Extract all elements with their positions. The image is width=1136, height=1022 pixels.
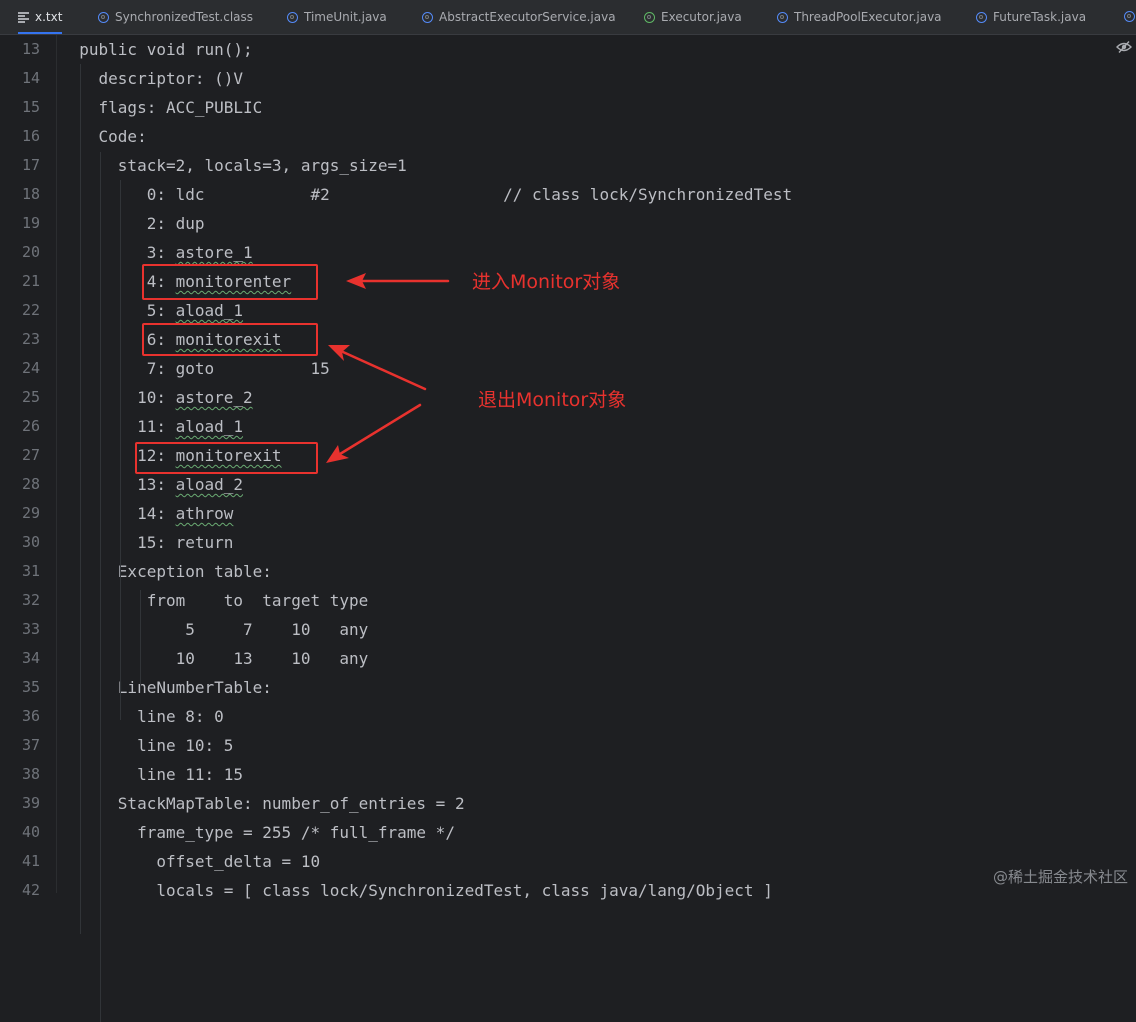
code-line[interactable]: stack=2, locals=3, args_size=1 xyxy=(60,151,407,180)
tab-threadpoolexecutor-java[interactable]: ThreadPoolExecutor.java xyxy=(777,0,942,34)
code-line[interactable]: 3: astore_1 xyxy=(60,238,253,267)
tab-label: Executor.java xyxy=(661,10,742,24)
line-number: 30 xyxy=(21,533,40,551)
line-number: 16 xyxy=(21,127,40,145)
line-number: 32 xyxy=(21,591,40,609)
tab-synchronizedtest-class[interactable]: SynchronizedTest.class xyxy=(98,0,253,34)
code-line[interactable]: 14: athrow xyxy=(60,499,233,528)
line-number: 25 xyxy=(21,388,40,406)
line-number: 37 xyxy=(21,736,40,754)
line-number: 42 xyxy=(21,881,40,899)
line-number: 20 xyxy=(21,243,40,261)
code-line[interactable]: line 8: 0 xyxy=(60,702,224,731)
line-number: 40 xyxy=(21,823,40,841)
code-line[interactable]: 11: aload_1 xyxy=(60,412,243,441)
code-line[interactable]: frame_type = 255 /* full_frame */ xyxy=(60,818,455,847)
code-line[interactable]: 13: aload_2 xyxy=(60,470,243,499)
tab-label: FutureTask.java xyxy=(993,10,1087,24)
tab-x-txt[interactable]: x.txt xyxy=(18,0,63,34)
line-number: 24 xyxy=(21,359,40,377)
line-number: 27 xyxy=(21,446,40,464)
code-line[interactable]: locals = [ class lock/SynchronizedTest, … xyxy=(60,876,773,905)
class-icon[interactable] xyxy=(1124,11,1135,22)
text-file-icon xyxy=(18,12,29,23)
watermark: @稀土掘金技术社区 xyxy=(992,868,1128,886)
line-number: 15 xyxy=(21,98,40,116)
code-line[interactable]: flags: ACC_PUBLIC xyxy=(60,93,263,122)
indent-guide xyxy=(80,64,81,934)
monitorexit-highlight-box xyxy=(142,323,318,356)
code-line[interactable]: 5: aload_1 xyxy=(60,296,243,325)
annotation-enter-monitor: 进入Monitor对象 xyxy=(472,271,621,293)
code-line[interactable]: StackMapTable: number_of_entries = 2 xyxy=(60,789,465,818)
indent-guide xyxy=(100,152,101,1022)
reader-mode-icon[interactable] xyxy=(1116,40,1132,54)
monitorenter-highlight-box xyxy=(142,264,318,300)
code-line[interactable]: 5 7 10 any xyxy=(60,615,368,644)
line-number: 18 xyxy=(21,185,40,203)
monitorexit-exception-highlight-box xyxy=(135,442,318,474)
tab-label: TimeUnit.java xyxy=(304,10,387,24)
line-number: 36 xyxy=(21,707,40,725)
class-icon xyxy=(98,11,109,23)
class-icon xyxy=(422,11,433,23)
code-line[interactable]: 2: dup xyxy=(60,209,205,238)
line-number: 21 xyxy=(21,272,40,290)
line-number: 38 xyxy=(21,765,40,783)
line-number: 19 xyxy=(21,214,40,232)
tab-label: x.txt xyxy=(35,10,63,24)
code-line[interactable]: descriptor: ()V xyxy=(60,64,244,93)
line-number: 22 xyxy=(21,301,40,319)
enum-icon xyxy=(287,11,298,23)
code-line[interactable]: offset_delta = 10 xyxy=(60,847,320,876)
code-line[interactable]: Code: xyxy=(60,122,147,151)
line-number: 29 xyxy=(21,504,40,522)
code-line[interactable]: public void run(); xyxy=(60,35,252,64)
line-number: 14 xyxy=(21,69,40,87)
line-number: 33 xyxy=(21,620,40,638)
tab-timeunit-java[interactable]: TimeUnit.java xyxy=(287,0,387,34)
code-line[interactable]: 15: return xyxy=(60,528,233,557)
code-line[interactable]: line 10: 5 xyxy=(60,731,233,760)
code-line[interactable]: Exception table: xyxy=(60,557,272,586)
line-number: 41 xyxy=(21,852,40,870)
code-line[interactable]: line 11: 15 xyxy=(60,760,243,789)
line-number: 23 xyxy=(21,330,40,348)
line-number: 13 xyxy=(21,40,40,58)
tab-futuretask-java[interactable]: FutureTask.java xyxy=(976,0,1086,34)
line-number: 28 xyxy=(21,475,40,493)
code-line[interactable]: LineNumberTable: xyxy=(60,673,272,702)
tab-label: ThreadPoolExecutor.java xyxy=(794,10,942,24)
interface-icon xyxy=(644,11,655,23)
editor-tab-bar: x.txt SynchronizedTest.class TimeUnit.java… xyxy=(0,0,1136,35)
line-number-gutter: 13 14 15 16 17 18 19 20 21 22 23 24 25 26 27 28 29 30 31 32… xyxy=(0,35,57,899)
line-number: 31 xyxy=(21,562,40,580)
class-icon xyxy=(976,11,987,23)
code-line[interactable]: 10: astore_2 xyxy=(60,383,253,412)
line-number: 39 xyxy=(21,794,40,812)
line-number: 35 xyxy=(21,678,40,696)
line-number: 26 xyxy=(21,417,40,435)
class-icon xyxy=(777,11,788,23)
line-number: 34 xyxy=(21,649,40,667)
annotation-exit-monitor: 退出Monitor对象 xyxy=(478,389,627,411)
indent-guide xyxy=(140,590,141,690)
line-number: 17 xyxy=(21,156,40,174)
indent-guide xyxy=(120,180,121,720)
code-line[interactable]: 0: ldc #2 // class lock/SynchronizedTest xyxy=(60,180,792,209)
tab-abstractexecutorservice-java[interactable]: AbstractExecutorService.java xyxy=(422,0,616,34)
code-line[interactable]: 10 13 10 any xyxy=(60,644,369,673)
tab-label: SynchronizedTest.class xyxy=(115,10,254,24)
tab-executor-java[interactable]: Executor.java xyxy=(644,0,742,34)
tab-label: AbstractExecutorService.java xyxy=(439,10,616,24)
code-line[interactable]: from to target type xyxy=(60,586,369,615)
